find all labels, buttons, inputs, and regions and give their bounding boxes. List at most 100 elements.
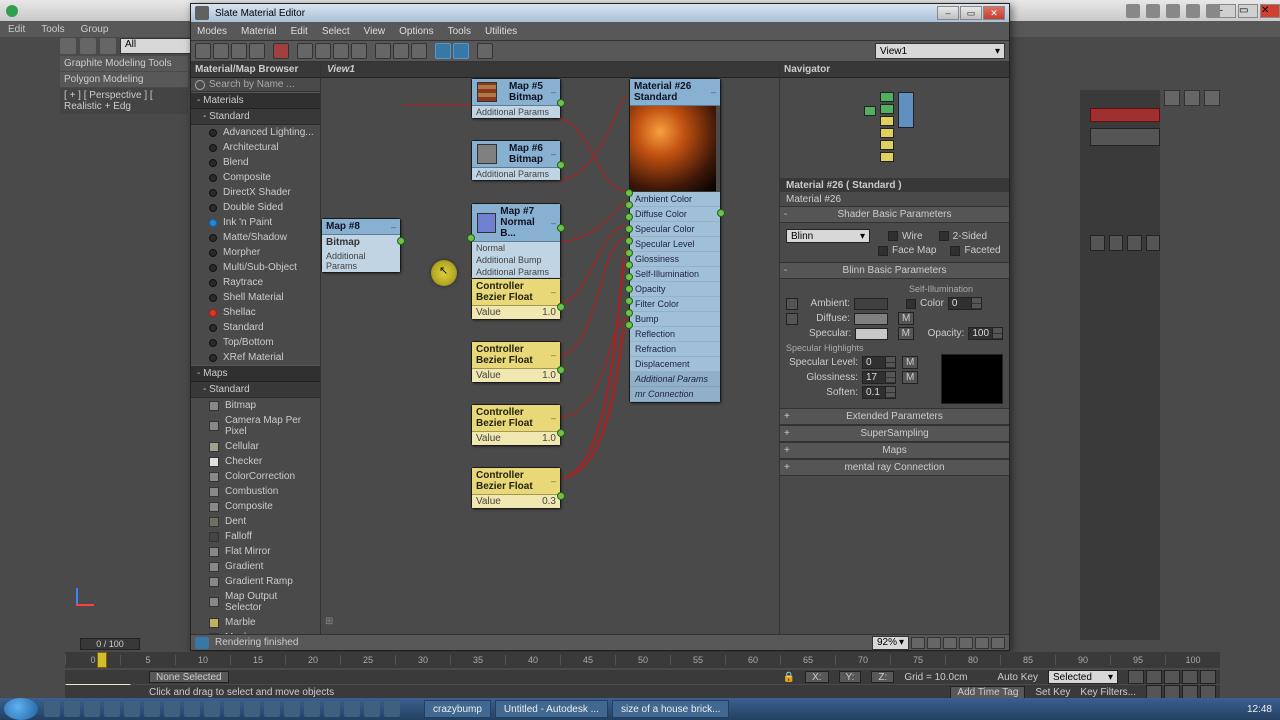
nav-corner-icon[interactable]: ⊞ <box>325 616 339 630</box>
browser-item[interactable]: Camera Map Per Pixel <box>191 413 320 439</box>
material-slot[interactable]: Displacement <box>630 357 720 372</box>
material-slot[interactable]: Ambient Color <box>630 192 720 207</box>
browser-item[interactable]: ColorCorrection <box>191 469 320 484</box>
browser-item[interactable]: Standard <box>191 320 320 335</box>
node-controller[interactable]: ControllerBezier Float–Value1.0 <box>471 404 561 446</box>
slate-minimize[interactable]: – <box>937 6 959 20</box>
gloss-map-btn[interactable]: M <box>902 371 918 384</box>
diffuse-map-btn[interactable]: M <box>898 312 914 325</box>
material-slot[interactable]: Opacity <box>630 282 720 297</box>
task-1[interactable]: crazybump <box>424 700 491 718</box>
rollup-collapsed[interactable]: +Extended Parameters <box>780 408 1009 425</box>
material-extra[interactable]: mr Connection <box>630 387 720 402</box>
taskbar-clock[interactable]: 12:48 <box>1239 704 1280 715</box>
ambient-swatch[interactable] <box>854 298 888 310</box>
browser-item[interactable]: Top/Bottom <box>191 335 320 350</box>
spec-level-spin[interactable]: 0 <box>862 356 896 369</box>
set-key-btn[interactable]: Set Key <box>1035 687 1070 698</box>
browser-subcat[interactable]: - Standard <box>191 109 320 125</box>
viewport-label[interactable]: [ + ] [ Perspective ] [ Realistic + Edg <box>60 88 188 114</box>
browser-item[interactable]: Blend <box>191 155 320 170</box>
node-map5[interactable]: Map #5Bitmap– Additional Params <box>471 78 561 119</box>
ribbon-tab-2[interactable]: Polygon Modeling <box>60 72 188 87</box>
spec-level-map-btn[interactable]: M <box>902 356 918 369</box>
opacity-spin[interactable]: 100 <box>968 327 1003 340</box>
browser-item[interactable]: Mask <box>191 630 320 634</box>
cb-2sided[interactable] <box>939 231 949 241</box>
browser-item[interactable]: Gradient <box>191 559 320 574</box>
slate-close[interactable]: ✕ <box>983 6 1005 20</box>
browser-item[interactable]: Flat Mirror <box>191 544 320 559</box>
node-canvas[interactable]: Map #8– Bitmap Additional Params Map #5B… <box>321 78 779 634</box>
time-slider[interactable] <box>97 652 107 668</box>
task-3[interactable]: size of a house brick... <box>612 700 730 718</box>
node-map8[interactable]: Map #8– Bitmap Additional Params <box>321 218 401 273</box>
material-slot[interactable]: Self-Illumination <box>630 267 720 282</box>
slate-maximize[interactable]: ▭ <box>960 6 982 20</box>
rollup-collapsed[interactable]: +SuperSampling <box>780 425 1009 442</box>
browser-item[interactable]: Ink 'n Paint <box>191 215 320 230</box>
si-color-spin[interactable]: 0 <box>948 297 982 310</box>
browser-item[interactable]: Shellac <box>191 305 320 320</box>
host-maximize[interactable]: ▭ <box>1238 4 1258 18</box>
slate-toolbar[interactable]: View1▾ <box>191 40 1009 62</box>
browser-item[interactable]: Checker <box>191 454 320 469</box>
browser-item[interactable]: Shell Material <box>191 290 320 305</box>
browser-item[interactable]: Marble <box>191 615 320 630</box>
node-controller[interactable]: ControllerBezier Float–Value1.0 <box>471 341 561 383</box>
material-slot[interactable]: Specular Level <box>630 237 720 252</box>
browser-item[interactable]: Multi/Sub-Object <box>191 260 320 275</box>
timeline[interactable]: 0510152025303540455055606570758085909510… <box>65 652 1220 668</box>
material-slot[interactable]: Bump <box>630 312 720 327</box>
material-slot[interactable]: Refraction <box>630 342 720 357</box>
diffuse-swatch[interactable] <box>854 313 888 325</box>
zoom-pct[interactable]: 92% ▾ <box>872 636 909 650</box>
add-time-tag[interactable]: Add Time Tag <box>950 686 1025 699</box>
status-tool[interactable] <box>911 637 925 649</box>
browser-cat[interactable]: - Maps <box>191 365 320 382</box>
cb-wire[interactable] <box>888 231 898 241</box>
key-mode-dd[interactable]: Selected▾ <box>1048 670 1118 684</box>
navigator[interactable] <box>780 78 1009 178</box>
rollup-blinn-basic[interactable]: -Blinn Basic Parameters <box>780 262 1009 279</box>
slate-menu[interactable]: ModesMaterialEdit SelectViewOptions Tool… <box>191 22 1009 40</box>
browser-subcat[interactable]: - Standard <box>191 382 320 398</box>
ribbon-tab-1[interactable]: Graphite Modeling Tools <box>60 56 188 71</box>
taskbar[interactable]: crazybump Untitled - Autodesk ... size o… <box>0 698 1280 720</box>
browser-item[interactable]: DirectX Shader <box>191 185 320 200</box>
browser-item[interactable]: Combustion <box>191 484 320 499</box>
material-slot[interactable]: Filter Color <box>630 297 720 312</box>
auto-key-btn[interactable]: Auto Key <box>997 672 1038 683</box>
browser-item[interactable]: Advanced Lighting... <box>191 125 320 140</box>
browser-item[interactable]: Cellular <box>191 439 320 454</box>
cb-facemap[interactable] <box>878 246 888 256</box>
shader-dropdown[interactable]: Blinn▾ <box>786 229 870 243</box>
browser-item[interactable]: Dent <box>191 514 320 529</box>
material-slot[interactable]: Diffuse Color <box>630 207 720 222</box>
browser-item[interactable]: Falloff <box>191 529 320 544</box>
material-slot[interactable]: Glossiness <box>630 252 720 267</box>
lock-ambient-diffuse[interactable] <box>786 298 798 310</box>
rollup-collapsed[interactable]: +Maps <box>780 442 1009 459</box>
viewport-nav[interactable] <box>1146 685 1216 699</box>
cmd-panel-icons[interactable] <box>1090 235 1160 251</box>
node-controller[interactable]: ControllerBezier Float–Value0.3 <box>471 467 561 509</box>
material-slot[interactable]: Reflection <box>630 327 720 342</box>
specular-map-btn[interactable]: M <box>898 327 914 340</box>
rollup-collapsed[interactable]: +mental ray Connection <box>780 459 1009 476</box>
material-slot[interactable]: Specular Color <box>630 222 720 237</box>
rollup-shader-basic[interactable]: -Shader Basic Parameters <box>780 206 1009 223</box>
browser-item[interactable]: XRef Material <box>191 350 320 365</box>
view-select[interactable]: View1▾ <box>875 43 1005 59</box>
key-filters-btn[interactable]: Key Filters... <box>1080 687 1136 698</box>
gloss-spin[interactable]: 17 <box>862 371 896 384</box>
host-close[interactable]: ✕ <box>1260 4 1280 18</box>
cmd-slot[interactable] <box>1090 128 1160 146</box>
lock-icon[interactable]: 🔒 <box>783 672 795 683</box>
browser-item[interactable]: Morpher <box>191 245 320 260</box>
browser-cat[interactable]: - Materials <box>191 92 320 109</box>
browser-item[interactable]: Double Sided <box>191 200 320 215</box>
browser-item[interactable]: Raytrace <box>191 275 320 290</box>
browser-item[interactable]: Bitmap <box>191 398 320 413</box>
browser-item[interactable]: Composite <box>191 170 320 185</box>
